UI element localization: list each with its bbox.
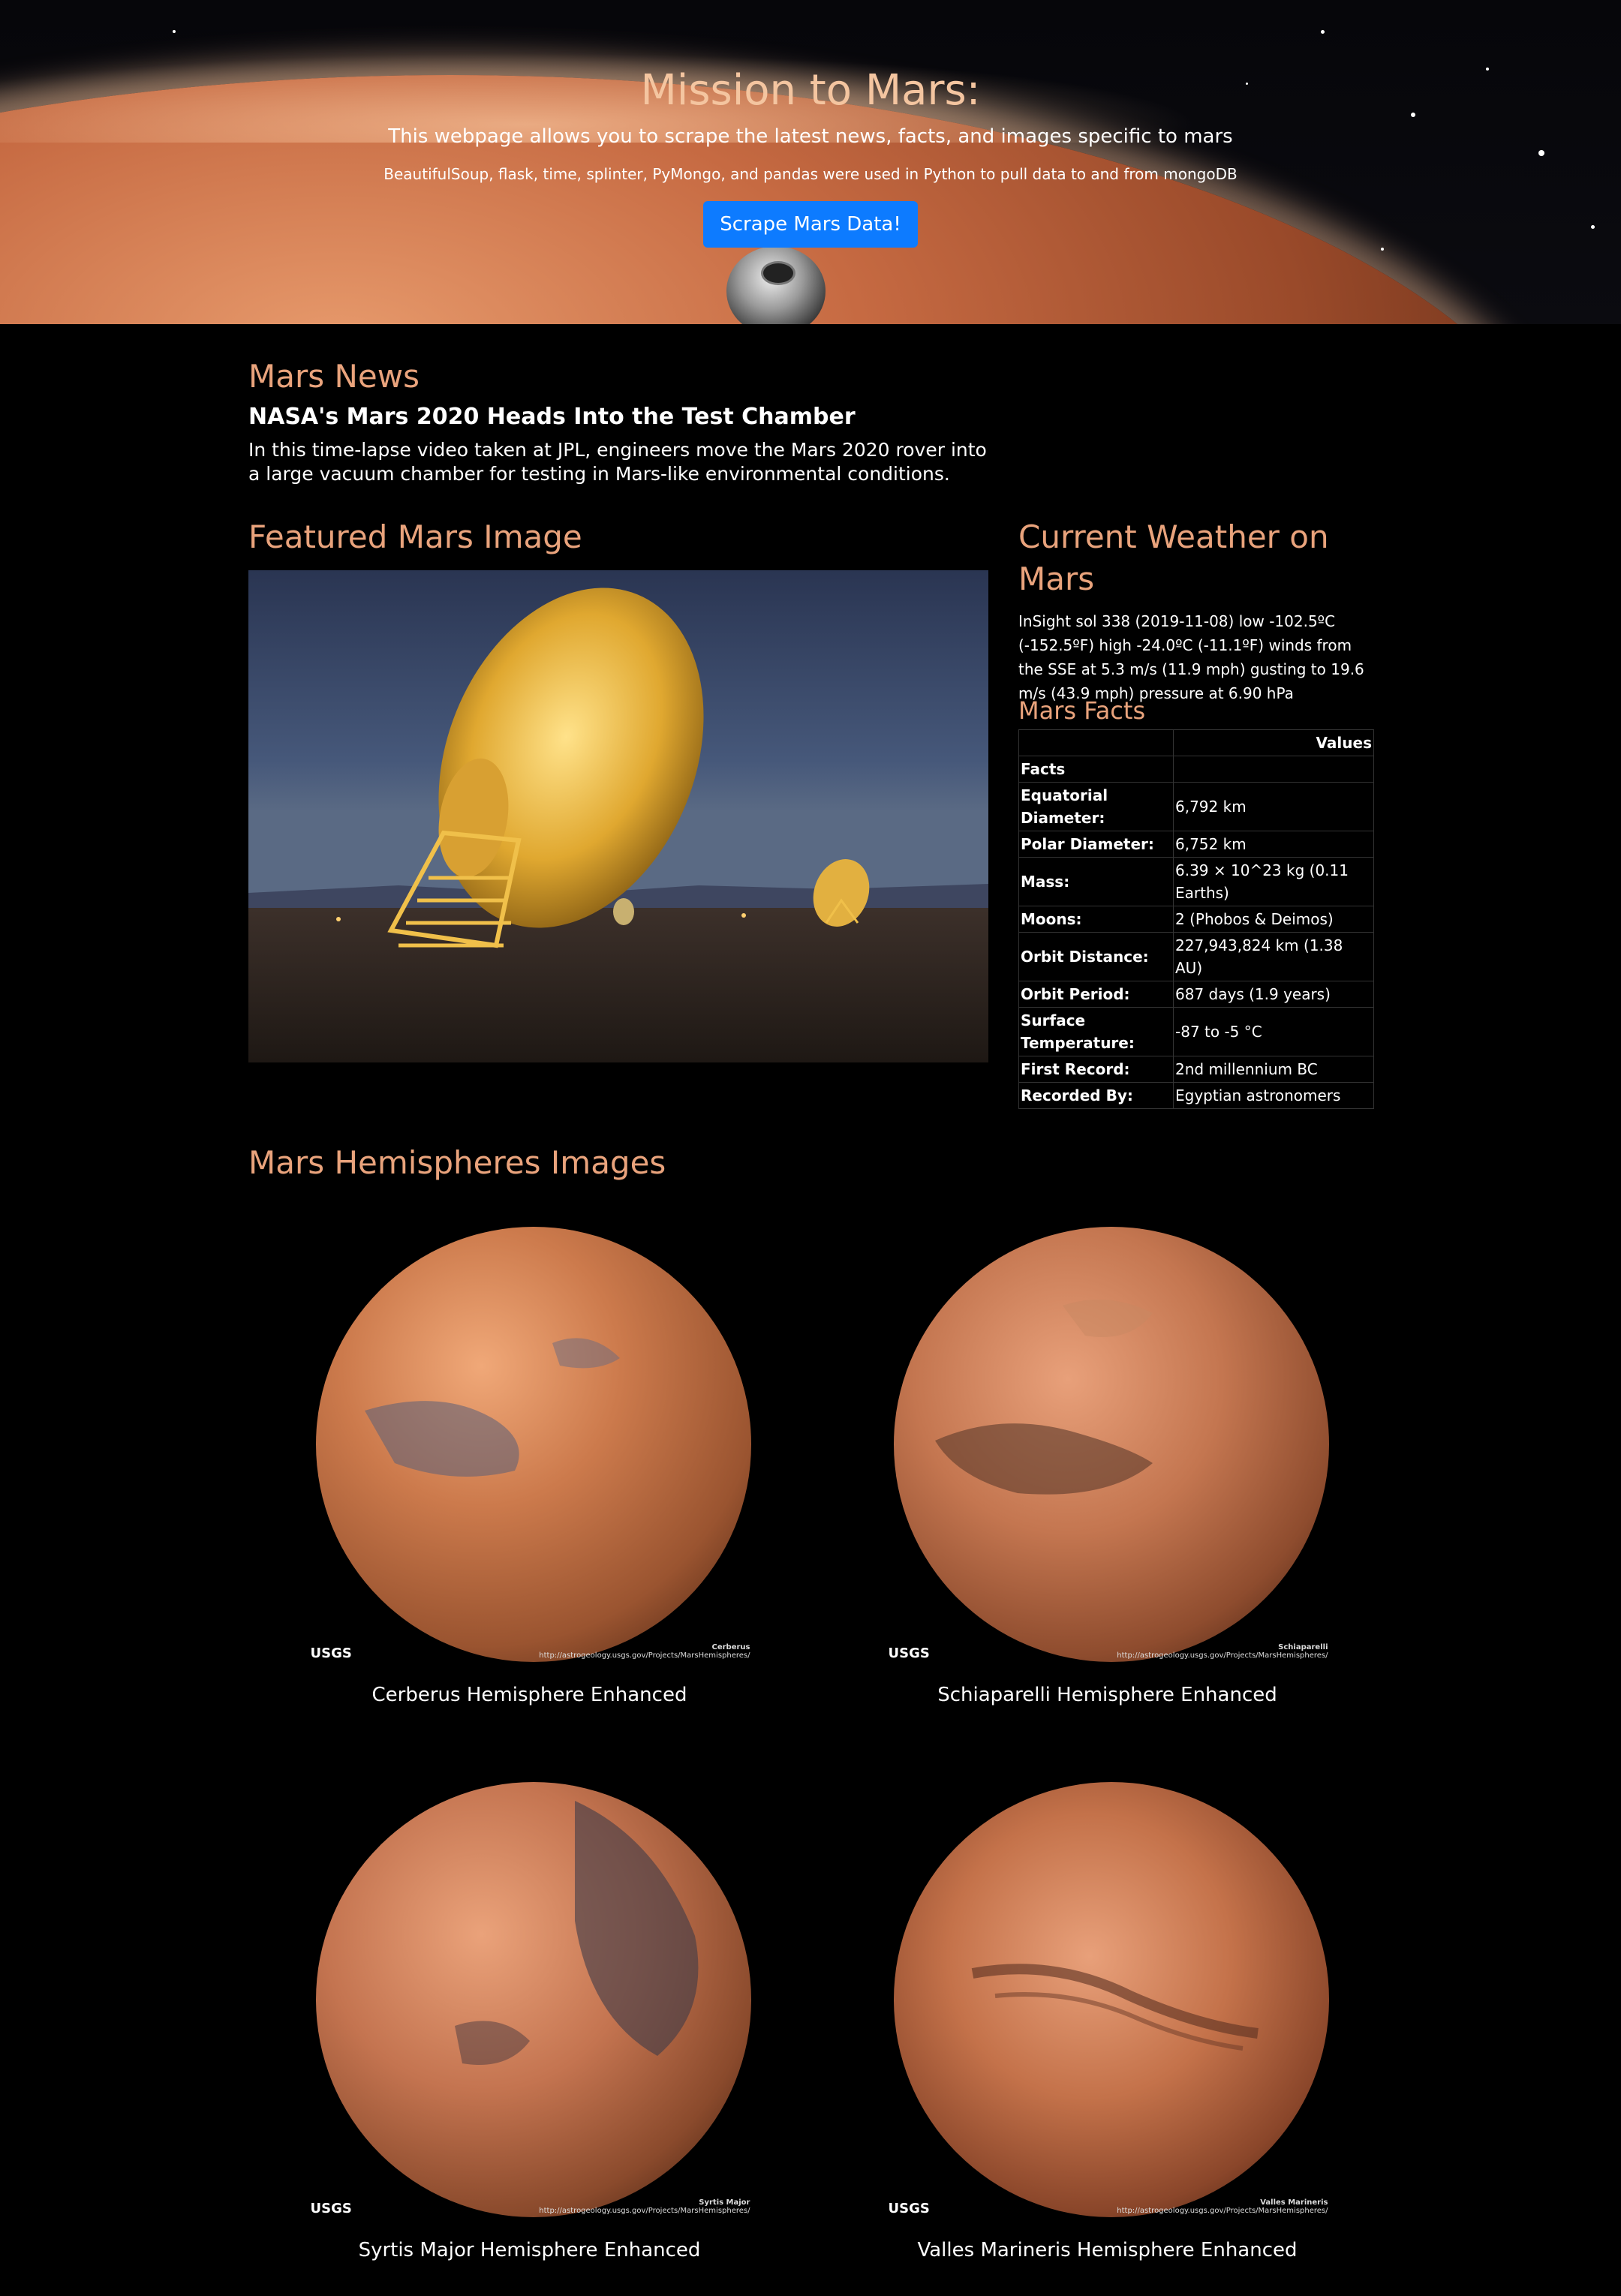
table-row: Orbit Period: 687 days (1.9 years) xyxy=(1018,981,1374,1008)
table-row: Equatorial Diameter: 6,792 km xyxy=(1018,782,1374,831)
hemisphere-image: USGS Syrtis Major http://astrogeology.usg… xyxy=(304,1771,755,2221)
hemisphere-card: USGS Schiaparelli http://astrogeology.usg… xyxy=(826,1216,1388,1708)
page-subtitle: This webpage allows you to scrape the la… xyxy=(388,125,1233,148)
facts-index-row: Facts xyxy=(1018,756,1374,783)
hero-banner: Mission to Mars: This webpage allows you… xyxy=(0,0,1621,324)
table-row: Mass: 6.39 × 10^23 kg (0.11 Earths) xyxy=(1018,857,1374,906)
fact-key: Equatorial Diameter: xyxy=(1018,782,1174,831)
usgs-logo: USGS xyxy=(310,2201,352,2216)
hemisphere-card: USGS Valles Marineris http://astrogeology… xyxy=(826,1771,1388,2263)
hemisphere-card: USGS Syrtis Major http://astrogeology.usg… xyxy=(248,1771,810,2263)
fact-key: Mass: xyxy=(1018,857,1174,906)
table-row: Orbit Distance: 227,943,824 km (1.38 AU) xyxy=(1018,932,1374,981)
facts-col-header: Values xyxy=(1173,729,1374,756)
fact-key: Recorded By: xyxy=(1018,1082,1174,1109)
table-row: Moons: 2 (Phobos & Deimos) xyxy=(1018,906,1374,933)
facts-index-label: Facts xyxy=(1018,756,1174,783)
hemisphere-image: USGS Valles Marineris http://astrogeology… xyxy=(882,1771,1333,2221)
facts-heading: Mars Facts xyxy=(1018,696,1146,725)
hemisphere-title: Valles Marineris Hemisphere Enhanced xyxy=(917,2239,1298,2261)
fact-value: 2nd millennium BC xyxy=(1173,1056,1374,1083)
scrape-button[interactable]: Scrape Mars Data! xyxy=(703,201,918,248)
usgs-logo: USGS xyxy=(310,1645,352,1661)
facts-header-row: Values xyxy=(1018,729,1374,756)
fact-key: Surface Temperature: xyxy=(1018,1007,1174,1056)
weather-heading: Current Weather on Mars xyxy=(1018,518,1329,597)
news-heading: Mars News xyxy=(248,358,420,395)
hemisphere-title: Schiaparelli Hemisphere Enhanced xyxy=(937,1684,1277,1706)
fact-key: Polar Diameter: xyxy=(1018,831,1174,858)
fact-key: Moons: xyxy=(1018,906,1174,933)
fact-value: -87 to -5 °C xyxy=(1173,1007,1374,1056)
hemispheres-heading: Mars Hemispheres Images xyxy=(248,1144,666,1181)
table-row: Recorded By: Egyptian astronomers xyxy=(1018,1082,1374,1109)
featured-image xyxy=(248,570,988,1062)
fact-key: Orbit Period: xyxy=(1018,981,1174,1008)
table-row: Surface Temperature: -87 to -5 °C xyxy=(1018,1007,1374,1056)
fact-value: 6,752 km xyxy=(1173,831,1374,858)
table-row: First Record: 2nd millennium BC xyxy=(1018,1056,1374,1083)
fact-key: First Record: xyxy=(1018,1056,1174,1083)
fact-value: 6.39 × 10^23 kg (0.11 Earths) xyxy=(1173,857,1374,906)
hemisphere-title: Cerberus Hemisphere Enhanced xyxy=(371,1684,687,1706)
fact-key: Orbit Distance: xyxy=(1018,932,1174,981)
tech-description: BeautifulSoup, flask, time, splinter, Py… xyxy=(383,165,1238,183)
weather-text: InSight sol 338 (2019-11-08) low -102.5º… xyxy=(1018,612,1364,702)
radio-telescope-image xyxy=(248,570,988,1062)
facts-table: Values Facts Equatorial Diameter: 6,792 … xyxy=(1018,729,1374,1109)
fact-value: Egyptian astronomers xyxy=(1173,1082,1374,1109)
usgs-logo: USGS xyxy=(888,2201,930,2216)
news-body: In this time-lapse video taken at JPL, e… xyxy=(248,439,987,485)
usgs-logo: USGS xyxy=(888,1645,930,1661)
fact-value: 2 (Phobos & Deimos) xyxy=(1173,906,1374,933)
hemisphere-title: Syrtis Major Hemisphere Enhanced xyxy=(358,2239,701,2261)
fact-value: 687 days (1.9 years) xyxy=(1173,981,1374,1008)
table-row: Polar Diameter: 6,752 km xyxy=(1018,831,1374,858)
news-title: NASA's Mars 2020 Heads Into the Test Cha… xyxy=(248,404,856,430)
hemisphere-image: USGS Schiaparelli http://astrogeology.usg… xyxy=(882,1216,1333,1666)
fact-value: 6,792 km xyxy=(1173,782,1374,831)
page-title: Mission to Mars: xyxy=(640,66,981,115)
hemisphere-image: USGS Cerberus http://astrogeology.usgs.go… xyxy=(304,1216,755,1666)
featured-heading: Featured Mars Image xyxy=(248,518,582,555)
fact-value: 227,943,824 km (1.38 AU) xyxy=(1173,932,1374,981)
hemisphere-card: USGS Cerberus http://astrogeology.usgs.go… xyxy=(248,1216,810,1708)
